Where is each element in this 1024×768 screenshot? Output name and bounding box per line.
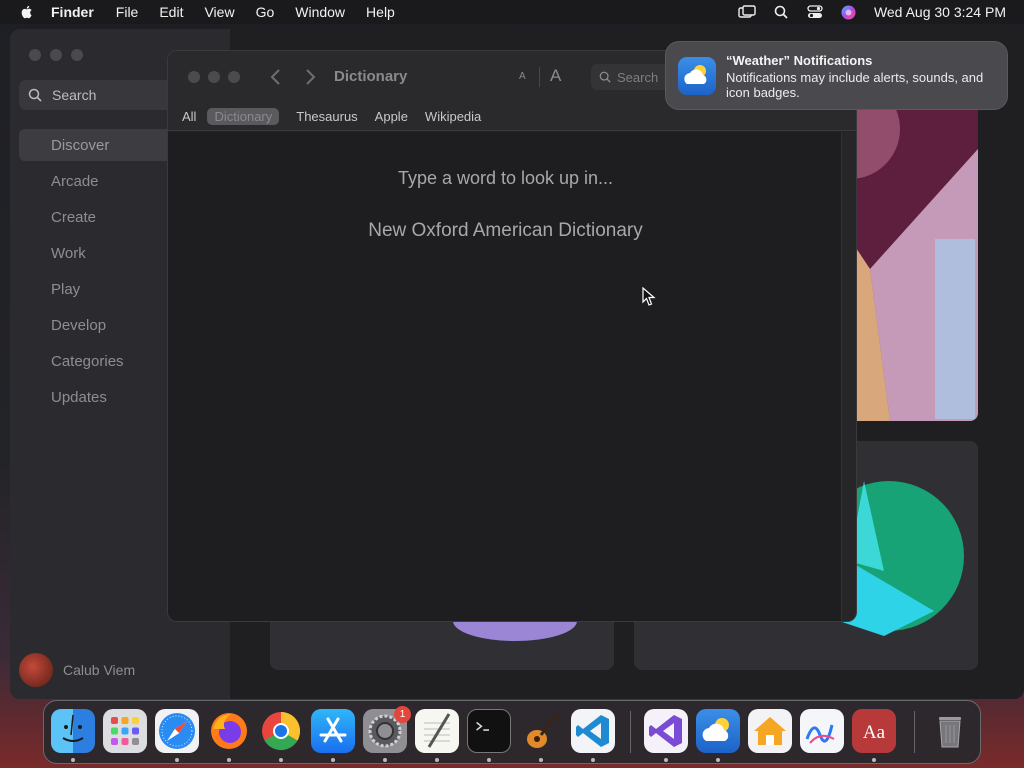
visual-studio-icon[interactable] <box>644 709 688 753</box>
vscode-icon[interactable] <box>571 709 615 753</box>
account-name: Calub Viem <box>63 662 136 678</box>
spotlight-search-icon[interactable] <box>772 5 790 19</box>
menu-window[interactable]: Window <box>295 4 345 20</box>
running-indicator <box>227 758 231 762</box>
apple-menu-icon[interactable] <box>19 4 35 20</box>
mouse-cursor-icon <box>642 287 656 306</box>
close-button[interactable] <box>188 71 200 83</box>
tab-thesaurus[interactable]: Thesaurus <box>296 109 357 124</box>
menu-bar: Finder File Edit View Go Window Help Wed… <box>0 0 1024 24</box>
dictionary-app-icon[interactable]: Aa <box>852 709 896 753</box>
home-icon[interactable] <box>748 709 792 753</box>
minimize-button[interactable] <box>50 49 62 61</box>
running-indicator <box>279 758 283 762</box>
font-size-divider <box>539 67 540 87</box>
screen-mirroring-icon[interactable] <box>738 5 756 19</box>
window-title: Dictionary <box>334 68 408 85</box>
notification-banner[interactable]: “Weather” Notifications Notifications ma… <box>665 41 1008 110</box>
menu-edit[interactable]: Edit <box>159 4 183 20</box>
menu-go[interactable]: Go <box>256 4 275 20</box>
app-store-icon[interactable] <box>311 709 355 753</box>
running-indicator <box>383 758 387 762</box>
running-indicator <box>539 758 543 762</box>
menu-app-name[interactable]: Finder <box>51 4 94 20</box>
trash-icon[interactable] <box>928 709 972 753</box>
textedit-icon[interactable] <box>415 709 459 753</box>
menu-bar-extras: Wed Aug 30 3:24 PM <box>722 0 1006 24</box>
running-indicator <box>664 758 668 762</box>
safari-icon[interactable] <box>155 709 199 753</box>
weather-icon[interactable] <box>696 709 740 753</box>
close-button[interactable] <box>29 49 41 61</box>
chevron-right-icon[interactable] <box>302 67 318 87</box>
account-button[interactable]: Calub Viem <box>19 653 135 687</box>
notification-title: “Weather” Notifications <box>726 53 873 68</box>
running-indicator <box>331 758 335 762</box>
tab-apple[interactable]: Apple <box>375 109 408 124</box>
system-settings-icon[interactable]: 1 <box>363 706 411 753</box>
menu-view[interactable]: View <box>204 4 234 20</box>
running-indicator <box>716 758 720 762</box>
running-indicator <box>872 758 876 762</box>
dock: 1 Aa <box>43 700 981 764</box>
chrome-icon[interactable] <box>259 709 303 753</box>
running-indicator <box>71 758 75 762</box>
siri-icon[interactable] <box>840 5 858 19</box>
tab-all[interactable]: All <box>182 109 196 124</box>
running-indicator <box>435 758 439 762</box>
finder-icon[interactable] <box>51 709 95 753</box>
running-indicator <box>487 758 491 762</box>
notification-badge: 1 <box>394 706 411 723</box>
dictionary-source-name: New Oxford American Dictionary <box>368 220 643 241</box>
tab-wikipedia[interactable]: Wikipedia <box>425 109 481 124</box>
lookup-prompt: Type a word to look up in... <box>397 168 614 188</box>
dock-separator <box>630 711 631 753</box>
minimize-button[interactable] <box>208 71 220 83</box>
avatar <box>19 653 53 687</box>
dictionary-content: Type a word to look up in... New Oxford … <box>168 132 843 621</box>
menu-bar-clock[interactable]: Wed Aug 30 3:24 PM <box>874 4 1006 20</box>
app-store-search-placeholder: Search <box>52 87 97 103</box>
control-center-icon[interactable] <box>806 5 824 19</box>
svg-text:Aa: Aa <box>863 722 886 743</box>
menu-file[interactable]: File <box>116 4 139 20</box>
dictionary-window-controls <box>188 71 240 83</box>
dictionary-search-placeholder: Search <box>617 69 659 85</box>
tab-dictionary[interactable]: Dictionary <box>207 108 280 125</box>
firefox-icon[interactable] <box>207 709 251 753</box>
zoom-button[interactable] <box>228 71 240 83</box>
chevron-left-icon[interactable] <box>268 67 284 87</box>
app-store-window-controls <box>29 49 83 61</box>
freeform-icon[interactable] <box>800 709 844 753</box>
launchpad-icon[interactable] <box>103 709 147 753</box>
search-icon <box>599 71 611 83</box>
dictionary-window: Dictionary A A Search All Dictionary The… <box>167 50 857 622</box>
vertical-scrollbar[interactable] <box>841 132 856 621</box>
decrease-font-button[interactable]: A <box>519 71 526 82</box>
weather-app-icon <box>678 57 716 95</box>
running-indicator <box>175 758 179 762</box>
running-indicator <box>591 758 595 762</box>
increase-font-button[interactable]: A <box>550 66 561 86</box>
search-icon <box>28 88 42 102</box>
menu-help[interactable]: Help <box>366 4 395 20</box>
dock-separator <box>914 711 915 753</box>
garageband-icon[interactable] <box>519 709 563 753</box>
zoom-button[interactable] <box>71 49 83 61</box>
notification-body: Notifications may include alerts, sounds… <box>726 70 984 100</box>
terminal-icon[interactable] <box>467 709 511 753</box>
